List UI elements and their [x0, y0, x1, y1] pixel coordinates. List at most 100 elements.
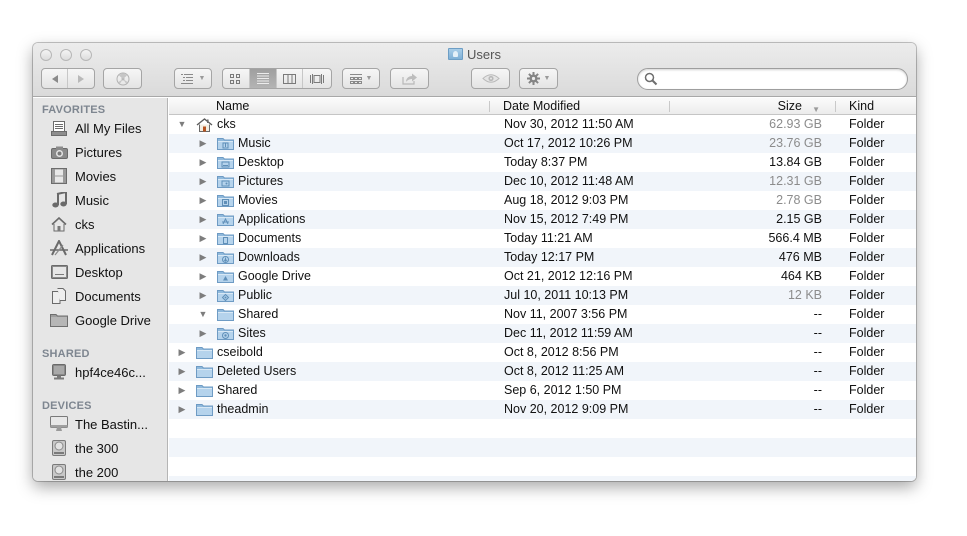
file-row[interactable]: ▶ Downloads Today 12:17 PM 476 MB Folder — [169, 248, 916, 267]
column-divider[interactable] — [669, 101, 670, 112]
sidebar-item-applications[interactable]: Applications — [33, 236, 167, 260]
sidebar-item-google-drive[interactable]: Google Drive — [33, 308, 167, 332]
arrange-button[interactable]: ▼ — [174, 68, 212, 89]
file-name[interactable]: theadmin — [217, 400, 268, 419]
column-header-date-modified[interactable]: Date Modified — [503, 98, 580, 115]
file-row[interactable]: ▼ cks Nov 30, 2012 11:50 AM 62.93 GB Folder — [169, 115, 916, 134]
date-modified: Dec 11, 2012 11:59 AM — [504, 326, 633, 340]
cover-flow-icon — [310, 73, 325, 84]
all-files-icon — [50, 120, 68, 136]
date-modified: Oct 21, 2012 12:16 PM — [504, 269, 633, 283]
disclosure-triangle-collapsed-icon[interactable]: ▶ — [198, 172, 208, 191]
disclosure-triangle-collapsed-icon[interactable]: ▶ — [198, 134, 208, 153]
share-button[interactable] — [390, 68, 429, 89]
disclosure-triangle-collapsed-icon[interactable]: ▶ — [177, 381, 187, 400]
date-modified: Oct 8, 2012 11:25 AM — [504, 364, 624, 378]
disclosure-triangle-collapsed-icon[interactable]: ▶ — [198, 210, 208, 229]
icon-view-button[interactable] — [223, 69, 250, 88]
sidebar-item-network-printer[interactable]: hpf4ce46c... — [33, 360, 167, 384]
disclosure-triangle-collapsed-icon[interactable]: ▶ — [198, 191, 208, 210]
column-view-button[interactable] — [277, 69, 304, 88]
disclosure-triangle-collapsed-icon[interactable]: ▶ — [198, 267, 208, 286]
burn-icon — [116, 72, 129, 85]
file-name[interactable]: Downloads — [238, 248, 300, 267]
file-name[interactable]: Applications — [238, 210, 305, 229]
disclosure-triangle-collapsed-icon[interactable]: ▶ — [177, 362, 187, 381]
back-button[interactable] — [42, 69, 69, 88]
sidebar-item-label: the 300 — [75, 440, 119, 456]
sidebar-item-the-300[interactable]: the 300 — [33, 436, 167, 460]
column-divider[interactable] — [835, 101, 836, 112]
file-name[interactable]: Movies — [238, 191, 278, 210]
sidebar-item-documents[interactable]: Documents — [33, 284, 167, 308]
file-name[interactable]: Shared — [238, 305, 278, 324]
group-by-button[interactable]: ▼ — [342, 68, 380, 89]
file-name[interactable]: Public — [238, 286, 272, 305]
sidebar-item-music[interactable]: Music — [33, 188, 167, 212]
empty-rows — [169, 419, 916, 481]
sidebar-item-label: Desktop — [75, 264, 123, 280]
list-view-button[interactable] — [249, 69, 277, 88]
file-row[interactable]: ▶ Google Drive Oct 21, 2012 12:16 PM 464 KB… — [169, 267, 916, 286]
sidebar-item-the-200[interactable]: the 200 — [33, 460, 167, 481]
column-header-size[interactable]: Size ▼ — [729, 98, 824, 115]
file-row[interactable]: ▶ cseibold Oct 8, 2012 8:56 PM -- Folder — [169, 343, 916, 362]
file-row[interactable]: ▶ Shared Sep 6, 2012 1:50 PM -- Folder — [169, 381, 916, 400]
file-name[interactable]: cseibold — [217, 343, 263, 362]
file-row[interactable]: ▶ Documents Today 11:21 AM 566.4 MB Folder — [169, 229, 916, 248]
file-name[interactable]: Pictures — [238, 172, 283, 191]
file-row[interactable]: ▶ Music Oct 17, 2012 10:26 PM 23.76 GB Folde… — [169, 134, 916, 153]
disclosure-triangle-collapsed-icon[interactable]: ▶ — [198, 324, 208, 343]
file-name[interactable]: Shared — [217, 381, 257, 400]
file-name[interactable]: Deleted Users — [217, 362, 296, 381]
quick-look-button[interactable] — [471, 68, 510, 89]
sidebar-item-movies[interactable]: Movies — [33, 164, 167, 188]
sidebar-item-desktop[interactable]: Desktop — [33, 260, 167, 284]
disclosure-triangle-collapsed-icon[interactable]: ▶ — [198, 229, 208, 248]
disclosure-triangle-expanded-icon[interactable]: ▼ — [177, 115, 187, 134]
file-size: -- — [813, 326, 822, 340]
icon-view-icon — [230, 73, 241, 84]
column-header-name[interactable]: Name — [216, 98, 249, 115]
file-name[interactable]: Documents — [238, 229, 301, 248]
search-input[interactable] — [660, 71, 900, 87]
forward-button[interactable] — [68, 69, 94, 88]
date-modified: Nov 30, 2012 11:50 AM — [504, 117, 634, 131]
column-divider[interactable] — [489, 101, 490, 112]
disclosure-triangle-expanded-icon[interactable]: ▼ — [198, 305, 208, 324]
file-kind: Folder — [849, 402, 885, 416]
file-row[interactable]: ▶ Public Jul 10, 2011 10:13 PM 12 KB Folder — [169, 286, 916, 305]
disclosure-triangle-collapsed-icon[interactable]: ▶ — [198, 286, 208, 305]
file-name[interactable]: Desktop — [238, 153, 284, 172]
file-row[interactable]: ▶ Sites Dec 11, 2012 11:59 AM -- Folder — [169, 324, 916, 343]
action-button[interactable]: ▼ — [519, 68, 558, 89]
file-row[interactable]: ▶ Movies Aug 18, 2012 9:03 PM 2.78 GB Folder — [169, 191, 916, 210]
file-size: 13.84 GB — [769, 155, 822, 169]
sidebar-item-all-my-files[interactable]: All My Files — [33, 116, 167, 140]
disclosure-triangle-collapsed-icon[interactable]: ▶ — [198, 153, 208, 172]
column-header-kind[interactable]: Kind — [849, 98, 874, 115]
file-row[interactable]: ▶ Desktop Today 8:37 PM 13.84 GB Folder — [169, 153, 916, 172]
file-name[interactable]: cks — [217, 115, 236, 134]
disclosure-triangle-collapsed-icon[interactable]: ▶ — [177, 343, 187, 362]
disclosure-triangle-collapsed-icon[interactable]: ▶ — [198, 248, 208, 267]
disclosure-triangle-collapsed-icon[interactable]: ▶ — [177, 400, 187, 419]
file-name[interactable]: Google Drive — [238, 267, 311, 286]
cover-flow-view-button[interactable] — [303, 69, 331, 88]
file-kind: Folder — [849, 231, 885, 245]
file-name[interactable]: Sites — [238, 324, 266, 343]
file-kind: Folder — [849, 326, 885, 340]
file-row[interactable]: ▶ Deleted Users Oct 8, 2012 11:25 AM -- Fold… — [169, 362, 916, 381]
burn-button[interactable] — [103, 68, 142, 89]
sidebar-item-cks[interactable]: cks — [33, 212, 167, 236]
sidebar-item-label: the 200 — [75, 464, 119, 480]
sidebar-item-the-bastin[interactable]: The Bastin... — [33, 412, 167, 436]
file-row[interactable]: ▶ Pictures Dec 10, 2012 11:48 AM 12.31 GB Fo… — [169, 172, 916, 191]
file-name[interactable]: Music — [238, 134, 271, 153]
file-row[interactable]: ▶ Applications Nov 15, 2012 7:49 PM 2.15 GB… — [169, 210, 916, 229]
file-row[interactable]: ▶ theadmin Nov 20, 2012 9:09 PM -- Folder — [169, 400, 916, 419]
sidebar-item-pictures[interactable]: Pictures — [33, 140, 167, 164]
file-row[interactable]: ▼ Shared Nov 11, 2007 3:56 PM -- Folder — [169, 305, 916, 324]
search-field[interactable] — [637, 68, 908, 90]
group-by-icon — [349, 73, 362, 84]
